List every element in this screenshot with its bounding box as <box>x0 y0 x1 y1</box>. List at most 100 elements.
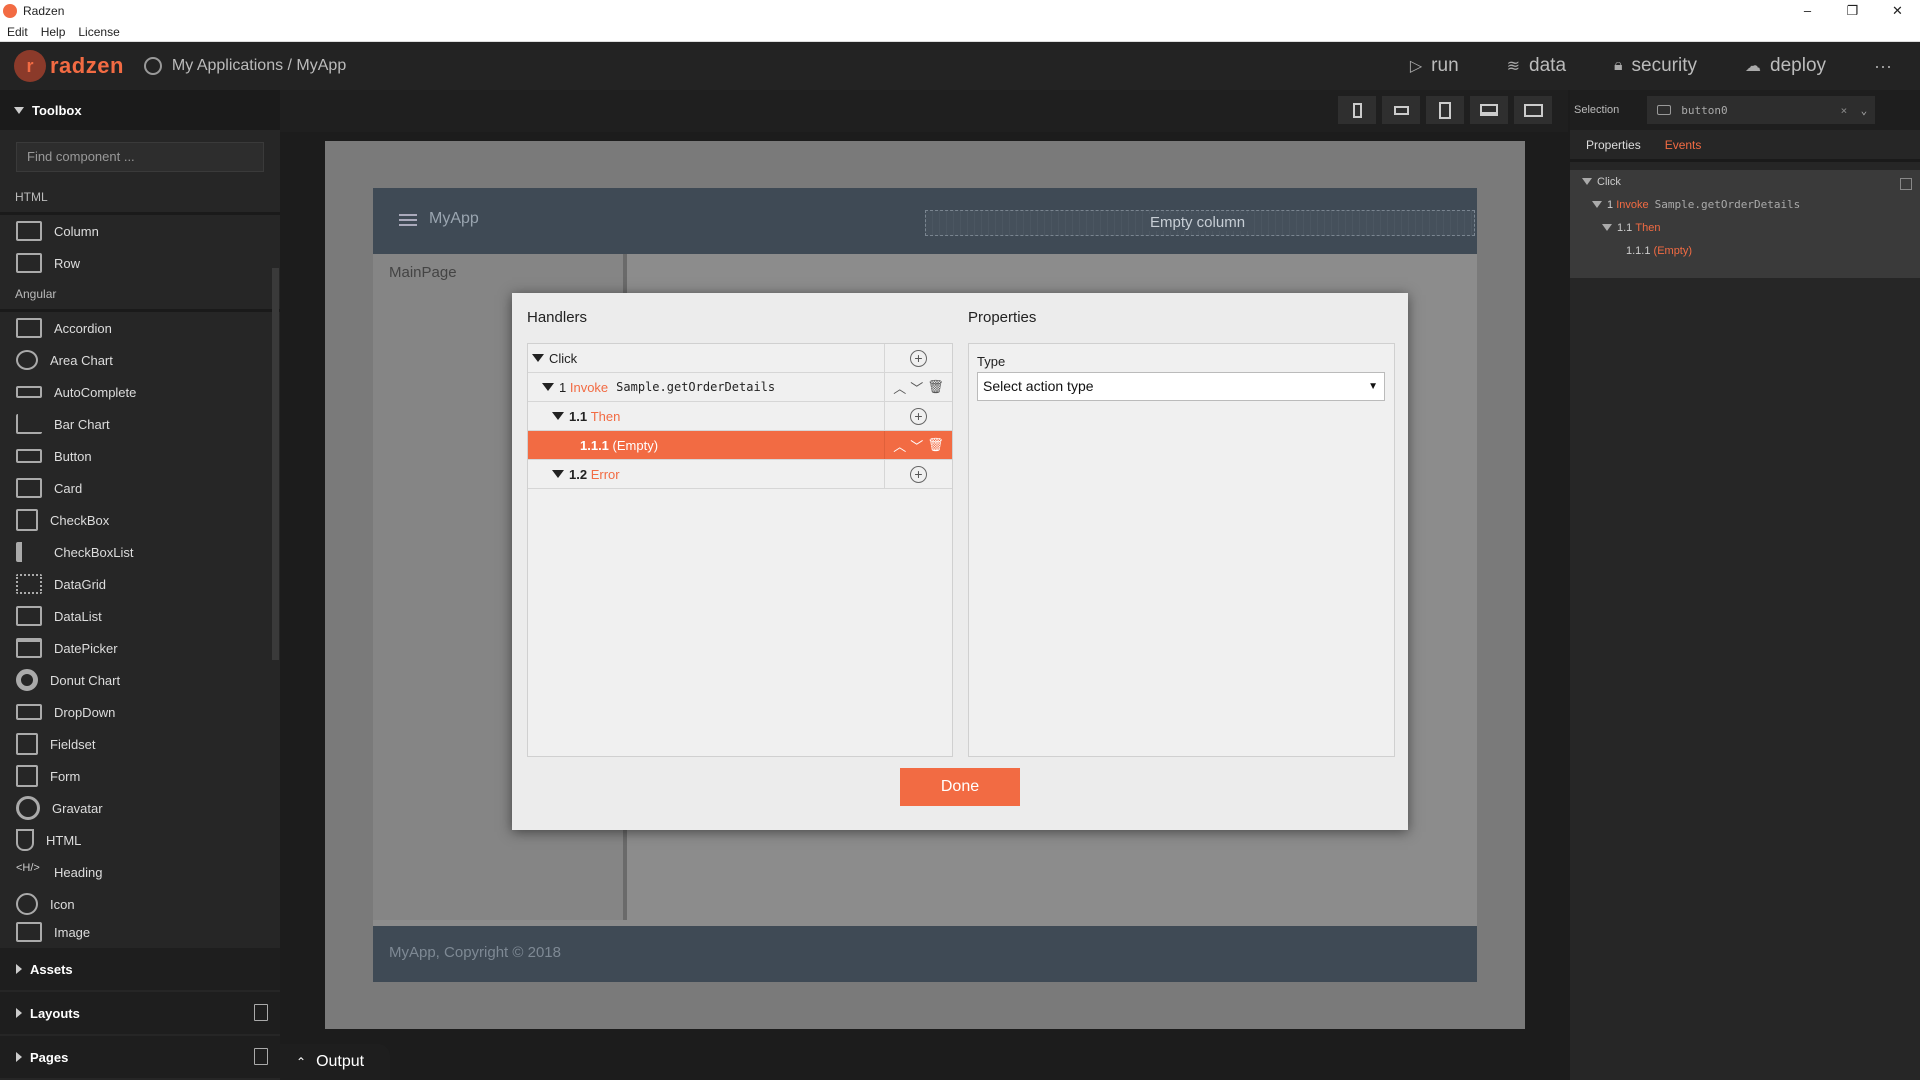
tablet-portrait-button[interactable] <box>1426 96 1464 124</box>
toolbox-title: Toolbox <box>32 102 82 118</box>
security-button[interactable]: 🔒︎ security <box>1614 55 1697 77</box>
app-header[interactable]: MyApp Empty column <box>373 188 1477 254</box>
component-icon[interactable]: Icon <box>0 888 280 920</box>
handler-controls: + <box>884 402 952 430</box>
action-properties: Type Select action type ▼ <box>968 343 1395 757</box>
button-icon <box>1657 105 1672 115</box>
component-checkbox[interactable]: CheckBox <box>0 504 280 536</box>
phone-portrait-icon <box>1352 102 1362 118</box>
empty-column[interactable]: Empty column <box>925 210 1475 236</box>
desktop-button[interactable] <box>1514 96 1552 124</box>
done-button[interactable]: Done <box>900 768 1020 806</box>
restore-button[interactable]: ❐ <box>1830 0 1875 22</box>
menu-edit[interactable]: Edit <box>0 25 34 39</box>
donut-chart-icon <box>16 669 38 691</box>
tree-method: Sample.getOrderDetails <box>1654 198 1801 211</box>
trash-icon[interactable]: 🗑︎ <box>927 379 944 395</box>
selection-dropdown[interactable]: button0 × ⌄ <box>1647 96 1876 124</box>
component-gravatar[interactable]: Gravatar <box>0 792 280 824</box>
assets-section[interactable]: Assets <box>0 948 280 990</box>
breadcrumb[interactable]: My Applications / MyApp <box>143 57 346 75</box>
find-component-input[interactable]: Find component ... <box>16 142 264 172</box>
events-tree: Click 1 Invoke Sample.getOrderDetails 1.1… <box>1570 170 1920 278</box>
component-button[interactable]: Button <box>0 440 280 472</box>
handler-row-error[interactable]: 1.2 Error + <box>528 460 952 489</box>
new-page-icon[interactable] <box>254 1048 268 1065</box>
caret-down-icon <box>1582 178 1592 185</box>
layouts-section[interactable]: Layouts <box>0 992 280 1034</box>
component-checkboxlist[interactable]: CheckBoxList <box>0 536 280 568</box>
new-layout-icon[interactable] <box>254 1004 268 1021</box>
component-row[interactable]: Row <box>0 247 280 279</box>
tablet-landscape-button[interactable] <box>1470 96 1508 124</box>
move-up-icon[interactable]: ︿ <box>893 378 906 397</box>
hamburger-icon[interactable] <box>399 214 417 226</box>
phone-portrait-button[interactable] <box>1338 96 1376 124</box>
component-autocomplete[interactable]: AutoComplete <box>0 376 280 408</box>
handler-row-click[interactable]: Click + <box>528 344 952 373</box>
component-label: Bar Chart <box>54 416 110 432</box>
category-html: HTML <box>0 182 280 215</box>
component-heading[interactable]: <H/> Heading <box>0 856 280 888</box>
close-button[interactable]: ✕ <box>1875 0 1920 22</box>
action-type-select[interactable]: Select action type ▼ <box>977 372 1385 401</box>
properties-title: Properties <box>968 309 1037 326</box>
tree-node-then[interactable]: 1.1 Then <box>1570 216 1920 239</box>
deploy-button[interactable]: ☁ deploy <box>1745 55 1826 77</box>
component-html[interactable]: HTML <box>0 824 280 856</box>
menu-help[interactable]: Help <box>34 25 72 39</box>
component-datepicker[interactable]: DatePicker <box>0 632 280 664</box>
component-column[interactable]: Column <box>0 215 280 247</box>
minimize-button[interactable]: – <box>1785 0 1830 22</box>
handler-row-empty[interactable]: 1.1.1 (Empty) ︿ ﹀ 🗑︎ <box>528 431 952 460</box>
tree-node-invoke[interactable]: 1 Invoke Sample.getOrderDetails <box>1570 193 1920 216</box>
radzen-logo[interactable]: r radzen <box>14 50 124 82</box>
component-form[interactable]: Form <box>0 760 280 792</box>
component-bar-chart[interactable]: Bar Chart <box>0 408 280 440</box>
toolbox-scrollbar[interactable] <box>272 268 279 660</box>
component-card[interactable]: Card <box>0 472 280 504</box>
tab-events[interactable]: Events <box>1649 138 1710 152</box>
move-up-icon[interactable]: ︿ <box>893 436 906 455</box>
tree-node-click[interactable]: Click <box>1570 170 1920 193</box>
phone-landscape-button[interactable] <box>1382 96 1420 124</box>
chevron-down-icon[interactable]: ⌄ <box>1861 104 1868 117</box>
component-datagrid[interactable]: DataGrid <box>0 568 280 600</box>
tab-properties[interactable]: Properties <box>1570 138 1649 152</box>
component-dropdown[interactable]: DropDown <box>0 696 280 728</box>
component-fieldset[interactable]: Fieldset <box>0 728 280 760</box>
add-icon[interactable]: + <box>910 349 927 367</box>
component-donut-chart[interactable]: Donut Chart <box>0 664 280 696</box>
data-button[interactable]: ≋ data <box>1507 55 1566 77</box>
more-icon[interactable]: ··· <box>1874 56 1892 77</box>
handler-controls: + <box>884 344 952 372</box>
app-footer[interactable]: MyApp, Copyright © 2018 <box>373 926 1477 982</box>
card-icon <box>16 478 42 498</box>
edit-icon[interactable] <box>1900 178 1912 190</box>
cloud-upload-icon: ☁ <box>1745 58 1762 75</box>
pages-section[interactable]: Pages <box>0 1036 280 1078</box>
add-icon[interactable]: + <box>910 465 927 483</box>
component-label: DataGrid <box>54 576 107 592</box>
component-area-chart[interactable]: Area Chart <box>0 344 280 376</box>
menu-license[interactable]: License <box>71 25 125 39</box>
component-accordion[interactable]: Accordion <box>0 312 280 344</box>
run-button[interactable]: ▷ run <box>1410 55 1459 77</box>
output-tab[interactable]: ⌃ Output <box>280 1044 390 1080</box>
toolbox-header[interactable]: Toolbox <box>0 90 280 130</box>
component-datalist[interactable]: DataList <box>0 600 280 632</box>
move-down-icon[interactable]: ﹀ <box>910 378 923 397</box>
handler-label: (Empty) <box>612 437 659 453</box>
component-image[interactable]: Image <box>0 920 280 944</box>
section-label: Assets <box>30 961 73 977</box>
add-icon[interactable]: + <box>910 407 927 425</box>
output-label: Output <box>316 1053 365 1070</box>
caret-down-icon <box>1602 224 1612 231</box>
clear-icon[interactable]: × <box>1841 104 1848 117</box>
trash-icon[interactable]: 🗑︎ <box>927 437 944 453</box>
handler-row-invoke[interactable]: 1 Invoke Sample.getOrderDetails ︿ ﹀ 🗑︎ <box>528 373 952 402</box>
move-down-icon[interactable]: ﹀ <box>910 436 923 455</box>
tree-node-empty[interactable]: 1.1.1 (Empty) <box>1570 239 1920 262</box>
selection-bar: Selection button0 × ⌄ <box>1570 90 1920 130</box>
handler-row-then[interactable]: 1.1 Then + <box>528 402 952 431</box>
